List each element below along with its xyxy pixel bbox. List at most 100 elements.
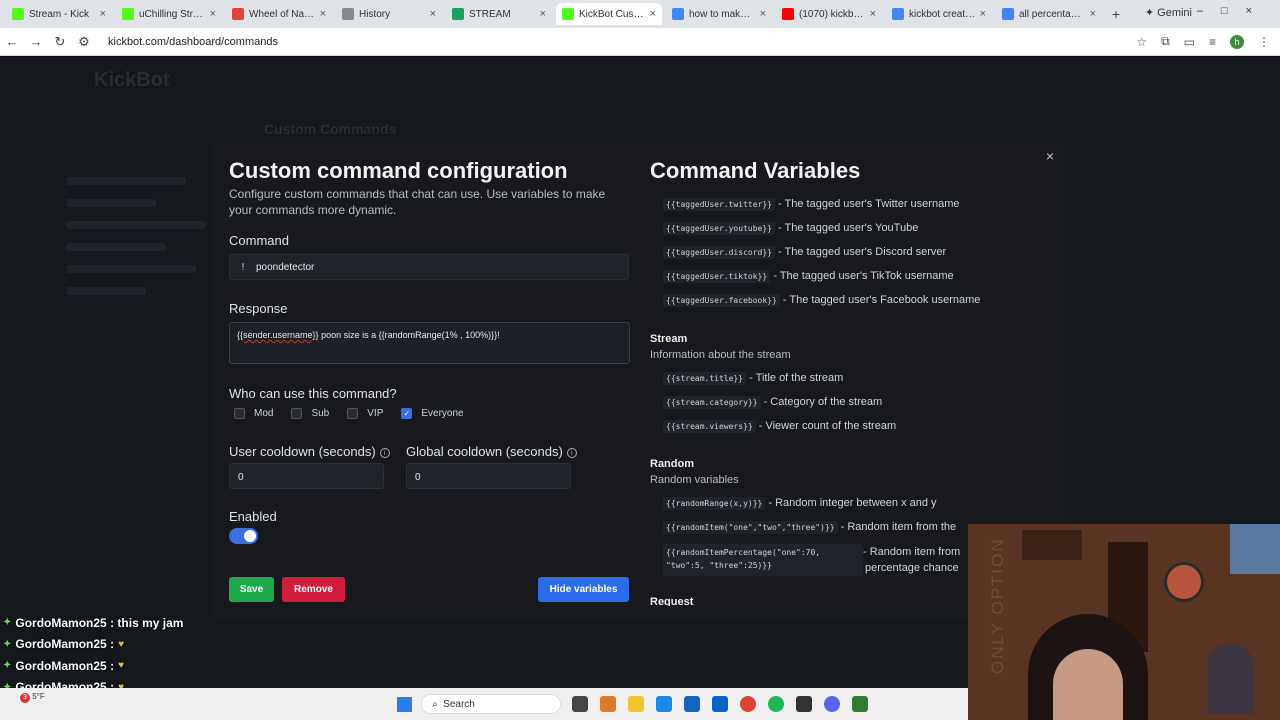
variable-code: {{taggedUser.twitter}} [663, 198, 775, 211]
browser-tab[interactable]: uChilling Stream × [116, 3, 222, 25]
bookmark-star-icon[interactable]: ☆ [1136, 35, 1147, 49]
modal-title: Custom command configuration [229, 158, 568, 183]
role-checkbox-mod[interactable]: Mod [234, 408, 273, 419]
checkbox-icon[interactable] [347, 408, 359, 419]
profile-avatar[interactable]: h [1230, 34, 1244, 49]
info-icon[interactable]: i [566, 447, 577, 458]
browser-tab[interactable]: Wheel of Names × [226, 3, 332, 25]
tab-close-icon[interactable]: × [320, 8, 326, 20]
tab-close-icon[interactable]: × [430, 8, 436, 20]
browser-tab[interactable]: Stream - Kick × [6, 3, 112, 25]
windows-taskbar: 3 5°F ⌕ Search [0, 688, 968, 720]
variable-row: {{taggedUser.youtube}} - The tagged user… [663, 222, 919, 235]
site-info-icon[interactable]: ⚙ [72, 34, 96, 50]
cast-icon[interactable]: ▭ [1184, 35, 1195, 49]
monitor [1230, 524, 1280, 574]
browser-tab[interactable]: all percentages × [996, 3, 1102, 25]
command-input[interactable]: ! poondetector [229, 254, 629, 280]
extensions-icon[interactable]: ⧉ [1161, 34, 1170, 49]
global-cooldown-label: Global cooldown (seconds) i [406, 444, 577, 459]
checkbox-icon[interactable] [291, 408, 303, 419]
variable-desc: - Viewer count of the stream [755, 420, 897, 432]
global-cooldown-input[interactable]: 0 [406, 463, 571, 489]
task-view-icon[interactable] [572, 696, 588, 712]
browser-tab[interactable]: History × [336, 3, 442, 25]
window-controls[interactable]: –□× [1197, 5, 1270, 17]
address-bar: ← → ↻ ⚙ kickbot.com/dashboard/commands ☆… [0, 28, 1280, 56]
variable-desc: - The tagged user's TikTok username [770, 270, 954, 282]
menu-icon[interactable]: ⋮ [1258, 35, 1270, 49]
obs-icon[interactable] [796, 696, 812, 712]
tab-favicon-icon [452, 8, 464, 20]
variables-title: Command Variables [650, 158, 861, 183]
tab-title: kickbot create n [909, 8, 976, 20]
checkbox-icon[interactable]: ✓ [401, 408, 413, 419]
response-textarea[interactable]: {{sender.username}} poon size is a {{ran… [229, 322, 630, 364]
discord-icon[interactable] [824, 696, 840, 712]
tab-favicon-icon [232, 8, 244, 20]
info-icon[interactable]: i [379, 447, 390, 458]
reload-icon[interactable]: ↻ [48, 34, 72, 50]
new-tab-button[interactable]: + [1106, 6, 1126, 22]
chrome-icon[interactable] [740, 696, 756, 712]
back-icon[interactable]: ← [0, 34, 24, 49]
browser-tab[interactable]: how to make cu × [666, 3, 772, 25]
variable-desc: - Title of the stream [746, 372, 844, 384]
tab-close-icon[interactable]: × [760, 8, 766, 20]
gemini-button[interactable]: ✦ Gemini [1145, 6, 1192, 19]
chat-message: ✦GordoMamon25 :♥ [0, 634, 220, 656]
copilot-icon[interactable] [600, 696, 616, 712]
variable-desc: - The tagged user's Twitter username [774, 198, 960, 210]
tab-favicon-icon [892, 8, 904, 20]
browser-tabstrip: Stream - Kick × uChilling Stream × Wheel of … [0, 0, 1280, 28]
browser-tab[interactable]: (1070) kickbot c × [776, 3, 882, 25]
app-icon[interactable] [852, 696, 868, 712]
media-icon[interactable]: ≡ [1209, 35, 1216, 49]
remove-button[interactable]: Remove [282, 577, 345, 602]
tab-close-icon[interactable]: × [980, 8, 986, 20]
tab-close-icon[interactable]: × [210, 8, 216, 20]
file-explorer-icon[interactable] [628, 696, 644, 712]
tab-close-icon[interactable]: × [650, 8, 656, 20]
tab-title: History [359, 8, 391, 20]
badge-icon: ✦ [3, 660, 12, 672]
code-line-2: "two":5, "three":25)}} [666, 561, 772, 570]
tab-title: all percentages [1019, 8, 1086, 20]
role-label: Everyone [421, 408, 464, 419]
taskbar-search[interactable]: ⌕ Search [421, 694, 561, 714]
variable-desc: - The tagged user's YouTube [774, 222, 919, 234]
response-rest: poon size is a {{randomRange(1% , 100%)}… [318, 330, 500, 340]
weather-widget[interactable]: 3 5°F [20, 692, 45, 703]
edge-icon[interactable] [656, 696, 672, 712]
checkbox-icon[interactable] [234, 408, 245, 419]
role-checkbox-sub[interactable]: Sub [291, 408, 329, 419]
windows-start-icon[interactable] [397, 697, 412, 712]
config-form: Custom command configuration Configure c… [229, 138, 630, 619]
browser-tab[interactable]: KickBot Custom × [556, 3, 662, 25]
url-field[interactable]: kickbot.com/dashboard/commands [108, 36, 278, 48]
dartboard [1164, 562, 1204, 602]
tab-close-icon[interactable]: × [870, 8, 876, 20]
browser-tab[interactable]: STREAM × [446, 3, 552, 25]
user-cooldown-input[interactable]: 0 [229, 463, 384, 489]
browser-tab[interactable]: kickbot create n × [886, 3, 992, 25]
spotify-icon[interactable] [768, 696, 784, 712]
enabled-toggle[interactable] [229, 528, 258, 544]
role-checkbox-everyone[interactable]: ✓ Everyone [401, 408, 464, 419]
role-checkbox-vip[interactable]: VIP [347, 408, 383, 419]
tab-title: Stream - Kick [29, 8, 90, 20]
search-placeholder: Search [443, 698, 475, 710]
save-button[interactable]: Save [229, 577, 274, 602]
tab-title: KickBot Custom [579, 8, 646, 20]
chat-text: : this my jam [110, 615, 184, 630]
tab-close-icon[interactable]: × [100, 8, 106, 20]
tab-close-icon[interactable]: × [540, 8, 546, 20]
variable-code: {{taggedUser.discord}} [663, 246, 775, 259]
hide-variables-button[interactable]: Hide variables [538, 577, 629, 602]
emote-icon: ♥ [118, 660, 125, 672]
outlook-icon[interactable] [712, 696, 728, 712]
store-icon[interactable] [684, 696, 700, 712]
tab-close-icon[interactable]: × [1090, 8, 1096, 20]
forward-icon[interactable]: → [24, 34, 48, 49]
gemini-label: Gemini [1157, 7, 1192, 19]
